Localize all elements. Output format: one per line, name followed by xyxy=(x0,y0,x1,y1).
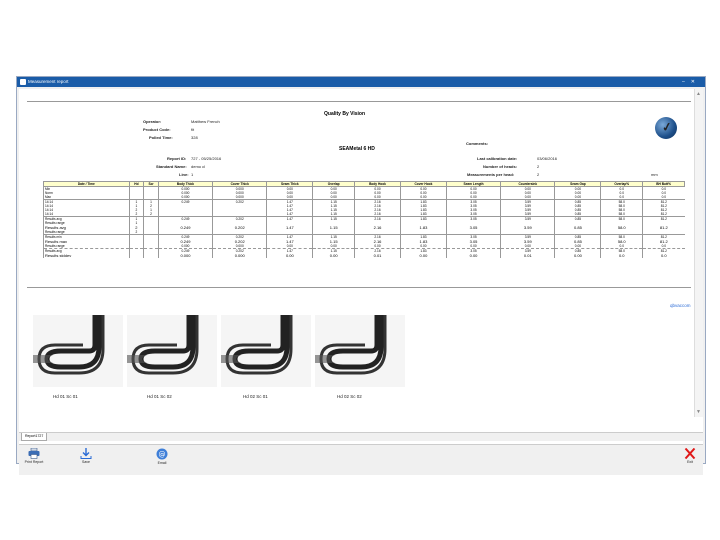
image-caption: Hd 02 Sc 02 xyxy=(337,394,362,399)
email-label: Email xyxy=(157,461,167,465)
image-caption: Hd 01 Sc 01 xyxy=(53,394,78,399)
meas-label: Measurements per head: xyxy=(467,172,515,177)
seam-image[interactable] xyxy=(315,315,405,387)
title-bar: Measurement report –✕ xyxy=(17,77,705,87)
seam-image[interactable] xyxy=(221,315,311,387)
email-button[interactable]: @ Email xyxy=(151,448,173,472)
qbv-logo-icon: ✓ xyxy=(655,117,677,139)
app-icon xyxy=(20,79,26,85)
close-icon xyxy=(684,448,696,459)
measurement-table: Date / Time Hd Scr Body Thick Cover Thick Sea… xyxy=(43,181,685,258)
divider xyxy=(27,101,691,102)
minimize-button[interactable]: – xyxy=(682,79,691,85)
polled-value: 328 xyxy=(191,135,198,140)
table-cell xyxy=(128,253,144,258)
product-label: Product Code: xyxy=(143,127,171,132)
download-icon xyxy=(80,448,92,459)
table-row: Results stddev 0.000 0.000 0.00 0.00 0.01 0.00… xyxy=(43,253,685,258)
report-page[interactable]: Quality By Vision ✓ Operator: Matthew Fr… xyxy=(19,89,696,417)
table-cell: 0.01 xyxy=(354,253,401,258)
tab-report[interactable]: Report1727 xyxy=(21,433,48,441)
report-window: Measurement report –✕ Quality By Vision … xyxy=(16,76,706,499)
table-cell: 0.000 xyxy=(157,253,213,258)
seam-image[interactable] xyxy=(33,315,123,387)
lastcal-label: Last calibration date: xyxy=(477,156,518,161)
window-title: Measurement report xyxy=(28,79,69,84)
heads-label: Number of heads: xyxy=(483,164,518,169)
machine-name: SEAMetal 6 HD xyxy=(339,146,375,152)
table-cell: 0.00 xyxy=(445,253,501,258)
svg-text:@: @ xyxy=(159,450,166,458)
close-window-button[interactable]: ✕ xyxy=(691,79,701,85)
toolbar: Print Report Save @ Email Exit xyxy=(19,444,703,475)
divider xyxy=(27,287,691,288)
heads-value: 2 xyxy=(537,164,540,169)
exit-button[interactable]: Exit xyxy=(679,448,701,472)
meas-value: 2 xyxy=(537,172,540,177)
email-icon: @ xyxy=(156,448,168,460)
exit-label: Exit xyxy=(687,460,693,464)
tab-strip: Report1727 xyxy=(19,432,703,441)
operator-value: Matthew French xyxy=(191,119,220,124)
table-cell: 0.0 xyxy=(600,253,643,258)
reportid-value: 727 - 05/25/2016 xyxy=(191,156,222,161)
image-caption: Hd 02 Sc 01 xyxy=(243,394,268,399)
table-cell: 0.0 xyxy=(642,253,685,258)
table-cell: 0.00 xyxy=(312,253,355,258)
website-link[interactable]: qbvaccom xyxy=(670,303,691,308)
polled-label: Polled Time: xyxy=(149,135,173,140)
table-cell: 0.000 xyxy=(212,253,267,258)
save-label: Save xyxy=(82,460,90,464)
printer-icon xyxy=(28,448,40,459)
company-name: Quality By Vision xyxy=(324,111,366,117)
print-report-button[interactable]: Print Report xyxy=(23,448,45,472)
unit-label: mm xyxy=(651,172,658,177)
scroll-up-icon[interactable]: ▲ xyxy=(696,91,701,97)
standard-value: demo cl xyxy=(191,164,206,169)
vertical-scrollbar[interactable]: ▲ ▼ xyxy=(694,89,703,417)
save-button[interactable]: Save xyxy=(75,448,97,472)
operator-label: Operator: xyxy=(143,119,162,124)
table-cell: Results stddev xyxy=(43,253,130,258)
line-value: 1 xyxy=(191,172,194,177)
table-cell: 0.01 xyxy=(500,253,555,258)
lastcal-value: 03/06/2016 xyxy=(537,156,558,161)
print-report-label: Print Report xyxy=(24,460,44,464)
table-cell: 0.00 xyxy=(266,253,313,258)
line-label: Line: xyxy=(179,172,189,177)
comments-label: Comments: xyxy=(466,141,489,146)
scroll-down-icon[interactable]: ▼ xyxy=(696,409,701,415)
image-caption: Hd 01 Sc 02 xyxy=(147,394,172,399)
reportid-label: Report ID: xyxy=(167,156,187,161)
content-area: Quality By Vision ✓ Operator: Matthew Fr… xyxy=(19,89,703,499)
table-cell: 0.00 xyxy=(554,253,601,258)
table-cell: 0.00 xyxy=(399,253,447,258)
product-value: fit xyxy=(191,127,195,132)
table-cell xyxy=(143,253,159,258)
seam-image[interactable] xyxy=(127,315,217,387)
standard-label: Standard Name: xyxy=(156,164,187,169)
